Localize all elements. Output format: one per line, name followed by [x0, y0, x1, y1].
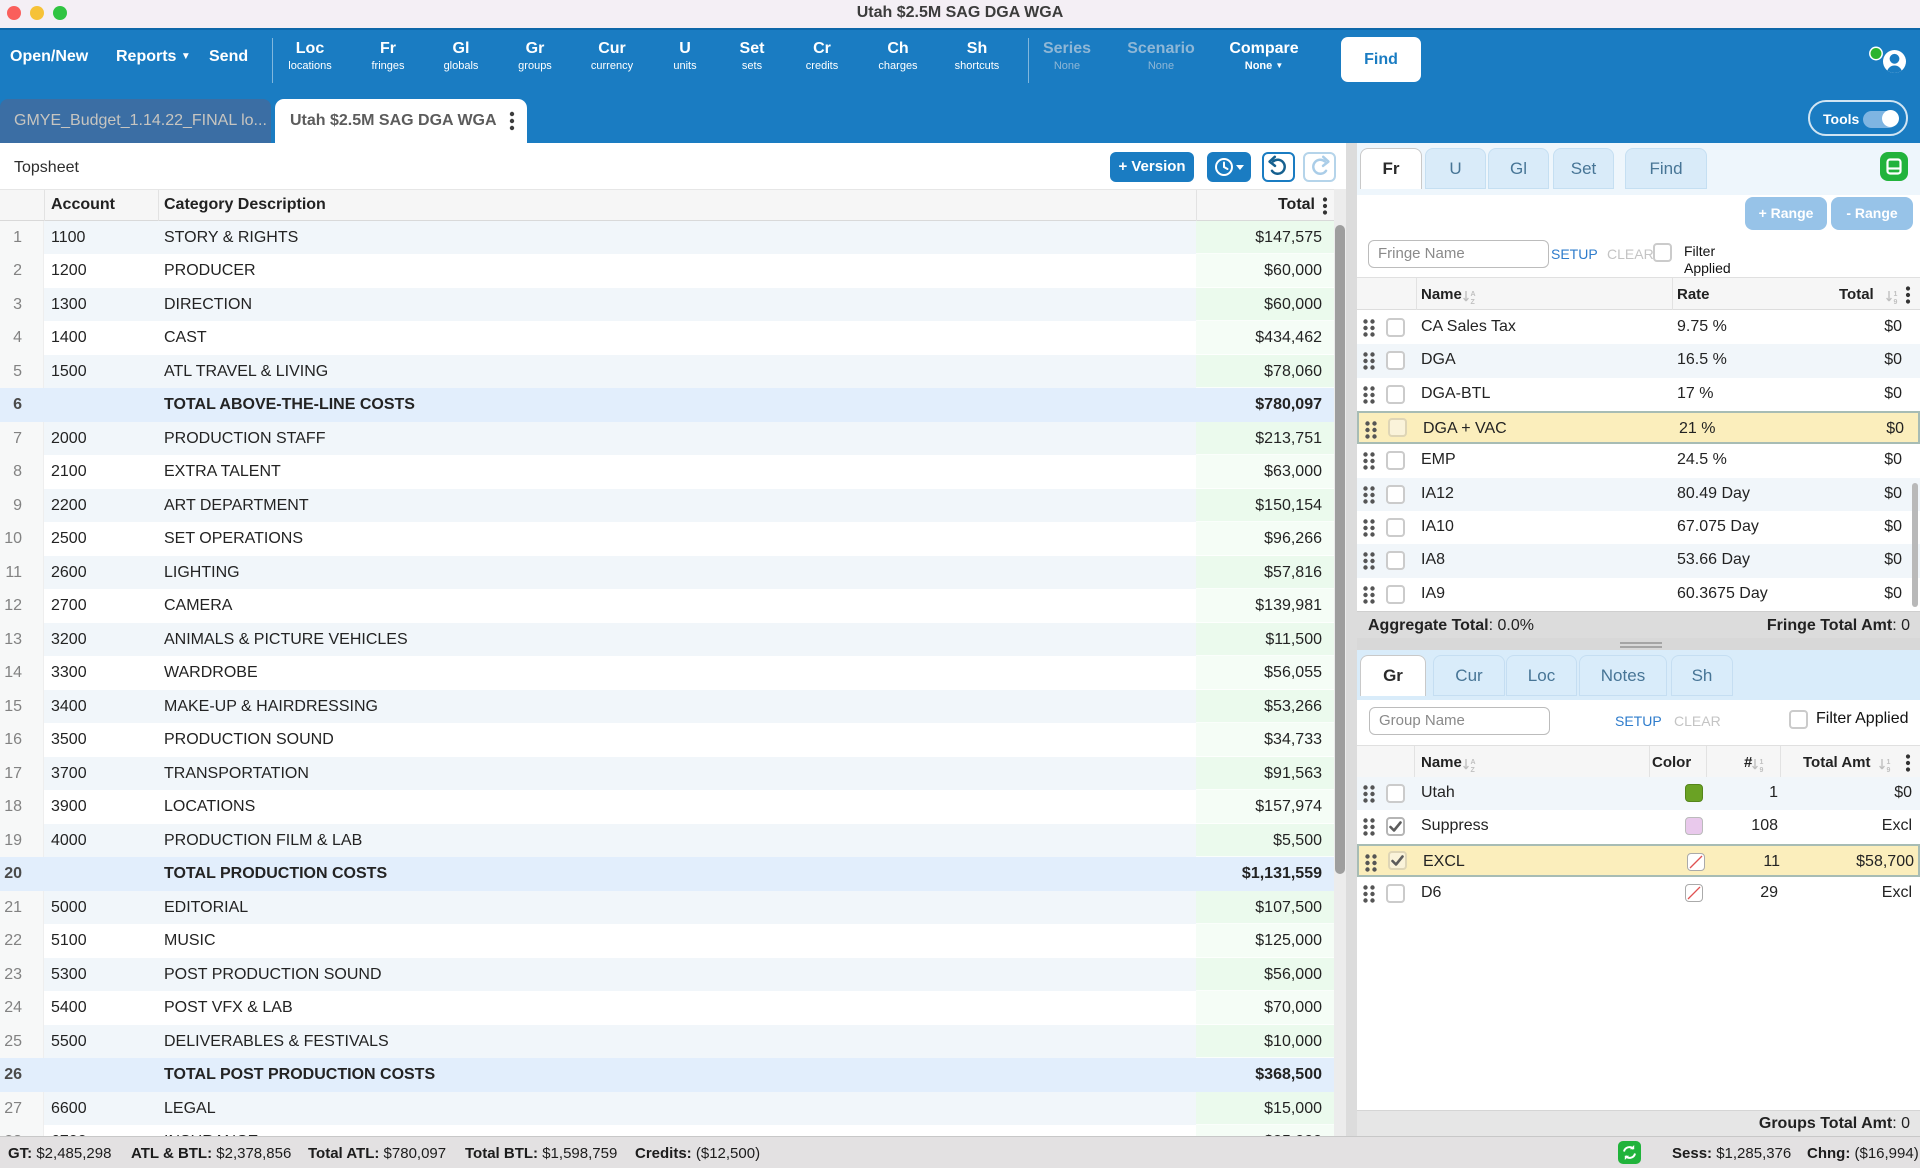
- svg-text:Z: Z: [1471, 299, 1476, 305]
- svg-text:9: 9: [1894, 299, 1898, 305]
- svg-text:1: 1: [1894, 291, 1898, 298]
- svg-text:Z: Z: [1471, 767, 1476, 773]
- svg-text:A: A: [1471, 291, 1476, 298]
- svg-text:1: 1: [1887, 759, 1891, 766]
- svg-text:A: A: [1471, 759, 1476, 766]
- svg-text:1: 1: [1760, 759, 1764, 766]
- svg-text:9: 9: [1887, 767, 1891, 773]
- svg-text:9: 9: [1760, 767, 1764, 773]
